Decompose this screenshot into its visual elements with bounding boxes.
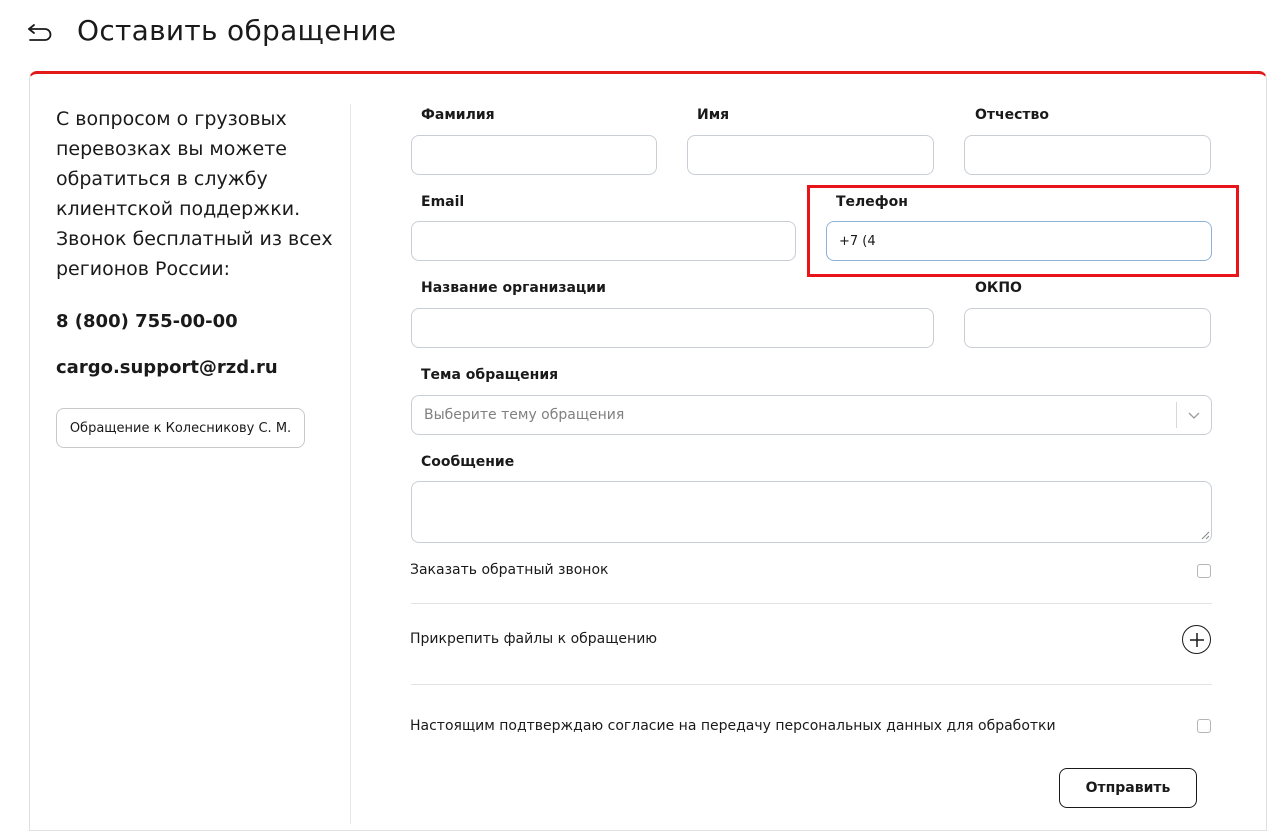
phone-highlight-box	[807, 185, 1239, 277]
column-divider	[350, 104, 351, 824]
consent-checkbox[interactable]	[1197, 719, 1211, 733]
appeal-to-kolesnikov-button[interactable]: Обращение к Колесникову С. М.	[56, 408, 305, 448]
message-textarea[interactable]	[411, 481, 1212, 543]
topic-label: Тема обращения	[421, 367, 559, 383]
divider	[411, 603, 1212, 604]
back-button[interactable]	[26, 20, 56, 46]
message-label: Сообщение	[421, 454, 515, 470]
divider	[411, 684, 1212, 685]
patronymic-input[interactable]	[964, 135, 1211, 175]
first-name-label: Имя	[697, 107, 730, 123]
attach-files-label: Прикрепить файлы к обращению	[410, 631, 658, 647]
page-header: Оставить обращение	[0, 0, 1276, 70]
attach-files-button[interactable]	[1182, 625, 1211, 654]
callback-label: Заказать обратный звонок	[410, 562, 609, 578]
back-arrow-icon	[28, 24, 52, 41]
page-title: Оставить обращение	[77, 14, 397, 47]
last-name-label: Фамилия	[421, 107, 495, 123]
email-label: Email	[421, 194, 465, 210]
plus-circle-icon	[1189, 632, 1204, 647]
consent-label: Настоящим подтверждаю согласие на переда…	[410, 718, 1056, 734]
topic-select-placeholder: Выберите тему обращения	[424, 407, 625, 423]
submit-button[interactable]: Отправить	[1059, 768, 1197, 808]
topic-select[interactable]: Выберите тему обращения	[411, 395, 1212, 435]
patronymic-label: Отчество	[975, 107, 1050, 123]
email-input[interactable]	[411, 221, 796, 261]
okpo-label: ОКПО	[975, 280, 1022, 296]
okpo-input[interactable]	[964, 308, 1211, 348]
chevron-down-icon	[1188, 412, 1200, 419]
select-separator	[1176, 402, 1177, 428]
support-phone: 8 (800) 755-00-00	[56, 311, 238, 332]
resize-grip-icon[interactable]	[1200, 530, 1210, 540]
support-email: cargo.support@rzd.ru	[56, 357, 278, 378]
support-info-text: С вопросом о грузовых перевозках вы може…	[56, 108, 333, 280]
organization-label: Название организации	[421, 280, 606, 296]
callback-checkbox[interactable]	[1197, 564, 1211, 578]
first-name-input[interactable]	[687, 135, 934, 175]
organization-input[interactable]	[411, 308, 934, 348]
last-name-input[interactable]	[411, 135, 657, 175]
